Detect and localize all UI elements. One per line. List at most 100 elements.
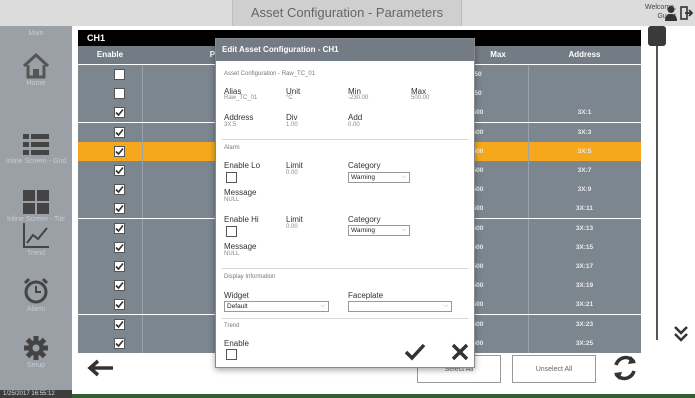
column-header-enable[interactable]: Enable xyxy=(78,46,142,64)
enable-checkbox[interactable] xyxy=(114,280,125,291)
sidebar-item-home[interactable]: Home xyxy=(0,52,72,88)
home-icon xyxy=(22,52,50,79)
sidebar-item-label: Setup xyxy=(26,362,46,369)
user-icon[interactable] xyxy=(664,5,678,21)
enable-checkbox[interactable] xyxy=(114,107,125,118)
enable-hi-checkbox[interactable] xyxy=(226,226,237,237)
address-cell: 3X:19 xyxy=(575,282,594,289)
unselect-all-button[interactable]: Unselect All xyxy=(512,355,596,383)
logout-icon[interactable] xyxy=(680,6,694,20)
gear-icon xyxy=(24,336,48,360)
enable-checkbox[interactable] xyxy=(114,165,125,176)
channel-label: CH1 xyxy=(87,33,106,43)
enable-checkbox[interactable] xyxy=(114,88,125,99)
sidebar-item-label: Alarm xyxy=(26,306,46,313)
checkmark-icon xyxy=(115,108,124,117)
refresh-icon[interactable] xyxy=(610,353,640,383)
faceplate-select[interactable]: ⌵ xyxy=(348,301,452,312)
add-value: 0.00 xyxy=(348,122,360,128)
tile-icon xyxy=(23,190,49,214)
address-cell: 3X:3 xyxy=(577,129,592,136)
unit-value: °C xyxy=(286,95,293,101)
trend-icon xyxy=(23,223,49,248)
top-bar: Asset Configuration - Parameters Welcome… xyxy=(0,0,695,26)
enable-checkbox[interactable] xyxy=(114,338,125,349)
sidebar-item-trend[interactable]: Trend xyxy=(0,220,72,258)
faceplate-label: Faceplate xyxy=(348,291,384,300)
address-cell xyxy=(528,84,641,103)
address-cell: 3X:25 xyxy=(575,340,594,347)
chevron-double-down-icon[interactable] xyxy=(673,325,689,343)
enable-checkbox[interactable] xyxy=(114,242,125,253)
enable-checkbox[interactable] xyxy=(114,319,125,330)
address-cell: 3X:1 xyxy=(577,109,592,116)
message-lo-value: NULL xyxy=(224,197,240,203)
enable-checkbox[interactable] xyxy=(114,127,125,138)
divider xyxy=(222,268,468,269)
status-line xyxy=(72,394,695,398)
trend-section-title: Trend xyxy=(224,323,240,329)
checkmark-icon xyxy=(115,262,124,271)
sidebar: Main Home Inline Screen - Grid Inline Sc… xyxy=(0,26,72,398)
category-lo-value: Warning xyxy=(351,174,375,181)
category-lo-select[interactable]: Warning ⌵ xyxy=(348,172,410,183)
enable-checkbox[interactable] xyxy=(114,261,125,272)
sidebar-item-setup[interactable]: Setup xyxy=(0,334,72,370)
enable-checkbox[interactable] xyxy=(114,69,125,80)
sidebar-item-label: Home xyxy=(26,80,46,87)
column-header-max[interactable]: Max xyxy=(468,46,528,64)
dialog-subtitle: Asset Configuration - Raw_TC_01 xyxy=(224,71,316,77)
widget-value: Default xyxy=(227,303,248,310)
sidebar-item-alarm[interactable]: Alarm xyxy=(0,276,72,314)
checkmark-icon xyxy=(115,185,124,194)
checkmark-icon[interactable] xyxy=(404,343,426,361)
trend-enable-checkbox[interactable] xyxy=(226,349,237,360)
address-cell: 3X:17 xyxy=(575,263,594,270)
address-cell: 3X:23 xyxy=(575,321,594,328)
address-label: Address xyxy=(224,113,254,122)
dialog-header: Edit Asset Configuration - CH1 xyxy=(216,39,474,61)
sidebar-item-main[interactable]: Main xyxy=(0,30,72,38)
chevron-down-icon: ⌵ xyxy=(443,303,448,309)
sidebar-item-label: Inline Screen - Grid xyxy=(5,158,67,165)
scrollbar-thumb[interactable] xyxy=(648,26,666,46)
address-cell: 3X:9 xyxy=(577,186,592,193)
div-value: 1.00 xyxy=(286,122,298,128)
limit-hi-value[interactable]: 0.00 xyxy=(286,224,298,230)
close-icon[interactable] xyxy=(450,342,470,362)
max-value: 500.00 xyxy=(411,95,430,101)
checkmark-icon xyxy=(115,243,124,252)
widget-select[interactable]: Default ⌵ xyxy=(224,301,329,312)
enable-hi-label: Enable Hi xyxy=(224,215,259,224)
category-hi-value: Warning xyxy=(351,227,375,234)
divider xyxy=(222,139,468,140)
sidebar-item-inline-tile[interactable]: Inline Screen - Tile xyxy=(0,188,72,224)
address-cell: 3X:21 xyxy=(575,301,594,308)
limit-hi-label: Limit xyxy=(286,215,303,224)
checkmark-icon xyxy=(115,166,124,175)
checkmark-icon xyxy=(115,281,124,290)
category-hi-select[interactable]: Warning ⌵ xyxy=(348,225,410,236)
enable-checkbox[interactable] xyxy=(114,184,125,195)
column-header-address[interactable]: Address xyxy=(528,46,641,64)
address-value: 3X:5 xyxy=(224,122,237,128)
checkmark-icon xyxy=(115,128,124,137)
category-hi-label: Category xyxy=(348,215,381,224)
trend-enable-label: Enable xyxy=(224,339,249,348)
sidebar-item-inline-grid[interactable]: Inline Screen - Grid xyxy=(0,132,72,166)
enable-lo-label: Enable Lo xyxy=(224,161,261,170)
chevron-down-icon: ⌵ xyxy=(320,303,325,309)
enable-checkbox[interactable] xyxy=(114,203,125,214)
enable-checkbox[interactable] xyxy=(114,146,125,157)
scrollbar-track[interactable] xyxy=(656,40,658,340)
checkmark-icon xyxy=(115,300,124,309)
back-arrow-icon[interactable] xyxy=(85,358,115,378)
enable-checkbox[interactable] xyxy=(114,299,125,310)
enable-lo-checkbox[interactable] xyxy=(226,172,237,183)
limit-lo-value[interactable]: 0.00 xyxy=(286,170,298,176)
min-value: -230.00 xyxy=(348,95,369,101)
message-hi-value: NULL xyxy=(224,251,240,257)
enable-checkbox[interactable] xyxy=(114,223,125,234)
address-cell: 3X:15 xyxy=(575,244,594,251)
dialog-title: Edit Asset Configuration - CH1 xyxy=(222,45,339,54)
